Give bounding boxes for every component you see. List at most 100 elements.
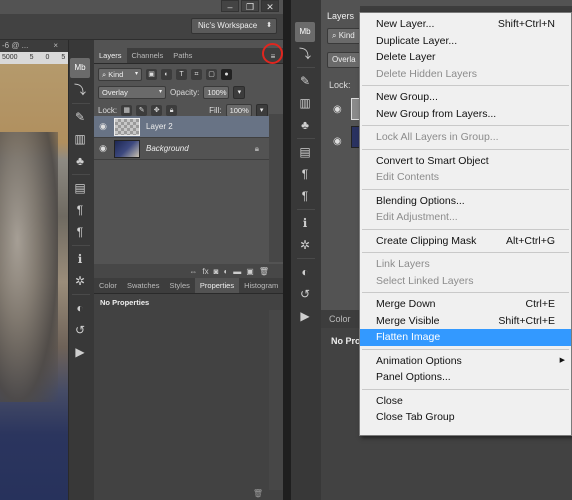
eye-icon[interactable]: ◉ bbox=[333, 104, 342, 115]
info-icon[interactable]: ℹ bbox=[295, 213, 315, 233]
menu-item-duplicate-layer[interactable]: Duplicate Layer... bbox=[360, 33, 571, 50]
clone-source-icon[interactable]: ♣ bbox=[295, 115, 315, 135]
tab-color[interactable]: Color bbox=[321, 314, 351, 324]
notes-icon[interactable]: ▤ bbox=[295, 142, 315, 162]
lock-all-icon[interactable]: 🔒︎ bbox=[166, 104, 178, 116]
tab-properties[interactable]: Properties bbox=[194, 278, 240, 293]
menu-item-merge-down[interactable]: Merge Down Ctrl+E bbox=[360, 296, 571, 313]
divider bbox=[297, 258, 315, 259]
menu-item-close-tab-group[interactable]: Close Tab Group bbox=[360, 409, 571, 426]
filter-kind-select[interactable]: ⌕ Kind ▾ bbox=[98, 67, 142, 81]
tab-swatches[interactable]: Swatches bbox=[122, 278, 165, 293]
menu-item-animation-options[interactable]: Animation Options ▶ bbox=[360, 353, 571, 370]
clone-source-icon[interactable]: ♣ bbox=[70, 151, 90, 171]
add-mask-icon[interactable]: ◙ bbox=[214, 267, 219, 276]
adjustments-icon[interactable]: ✲ bbox=[295, 235, 315, 255]
type-filter-icon[interactable]: T bbox=[176, 68, 187, 80]
eye-icon[interactable]: ◉ bbox=[94, 143, 112, 154]
pixel-filter-icon[interactable]: ▣ bbox=[146, 68, 157, 80]
blend-mode-select[interactable]: Overlay ▾ bbox=[98, 85, 166, 99]
menu-item-label: Close bbox=[376, 394, 403, 407]
tab-color[interactable]: Color bbox=[94, 278, 122, 293]
actions-icon[interactable]: ▶ bbox=[295, 306, 315, 326]
restore-button[interactable]: ❐ bbox=[241, 0, 259, 12]
tab-channels[interactable]: Channels bbox=[127, 48, 169, 63]
layer-row[interactable]: ◉ Background 🔒︎ bbox=[94, 138, 269, 160]
brush-icon[interactable]: ✎ bbox=[295, 71, 315, 91]
adjustments-icon[interactable]: ✲ bbox=[70, 271, 90, 291]
filter-toggle-icon[interactable]: ● bbox=[221, 68, 232, 80]
brush-icon[interactable]: ✎ bbox=[70, 107, 90, 127]
layer-row[interactable]: ◉ Layer 2 bbox=[94, 116, 269, 138]
menu-item-label: Duplicate Layer... bbox=[376, 34, 458, 47]
menu-item-new-group[interactable]: New Group... bbox=[360, 89, 571, 106]
opacity-slider-button[interactable]: ▾ bbox=[233, 85, 246, 99]
new-layer-icon[interactable]: ▣ bbox=[246, 267, 254, 276]
close-button[interactable]: ✕ bbox=[261, 0, 279, 12]
shape-filter-icon[interactable]: ⌗ bbox=[191, 68, 202, 80]
menu-item-label: Panel Options... bbox=[376, 371, 451, 383]
tab-layers[interactable]: Layers bbox=[321, 6, 361, 26]
menu-item-panel-options[interactable]: Panel Options... bbox=[360, 369, 571, 386]
adjustment-filter-icon[interactable]: ◐ bbox=[161, 68, 172, 80]
document-tab[interactable]: -6 @ ... × bbox=[0, 40, 68, 52]
lock-image-icon[interactable]: ✎ bbox=[136, 104, 148, 116]
character-styles-icon[interactable]: ¶ bbox=[70, 222, 90, 242]
tab-paths[interactable]: Paths bbox=[168, 48, 197, 63]
minimize-button[interactable]: – bbox=[221, 0, 239, 12]
eye-icon[interactable]: ◉ bbox=[94, 121, 112, 132]
link-layers-icon[interactable]: ⇔ bbox=[189, 267, 197, 276]
lock-transparent-icon[interactable]: ▦ bbox=[121, 104, 133, 116]
measurement-icon[interactable]: ↺ bbox=[70, 320, 90, 340]
layer-thumbnail bbox=[114, 117, 140, 136]
trash-icon[interactable]: 🗑︎ bbox=[259, 267, 269, 276]
options-bar: Nic's Workspace ⬍ bbox=[0, 14, 283, 40]
close-tab-icon[interactable]: × bbox=[53, 40, 58, 52]
smart-object-filter-icon[interactable]: ▢ bbox=[206, 68, 217, 80]
trash-icon[interactable]: 🗑︎ bbox=[253, 489, 263, 498]
tab-styles[interactable]: Styles bbox=[164, 278, 194, 293]
eye-icon[interactable]: ◉ bbox=[333, 136, 342, 147]
history-icon[interactable]: ⤵ bbox=[70, 80, 90, 100]
measurement-icon[interactable]: ↺ bbox=[295, 284, 315, 304]
left-screenshot: – ❐ ✕ Nic's Workspace ⬍ -6 @ ... × 5000 … bbox=[0, 0, 283, 500]
fx-icon[interactable]: fx bbox=[202, 267, 208, 276]
info-icon[interactable]: ℹ bbox=[70, 249, 90, 269]
canvas-photo[interactable] bbox=[0, 64, 68, 500]
paragraph-icon[interactable]: ¶ bbox=[70, 200, 90, 220]
menu-item-flatten-image[interactable]: Flatten Image bbox=[360, 329, 571, 346]
3d-icon[interactable]: ◐ bbox=[70, 298, 90, 318]
adjustment-layer-icon[interactable]: ◐ bbox=[223, 267, 228, 276]
brush-presets-icon[interactable]: ▥ bbox=[295, 93, 315, 113]
notes-icon[interactable]: ▤ bbox=[70, 178, 90, 198]
paragraph-icon[interactable]: ¶ bbox=[295, 164, 315, 184]
menu-item-label: Delete Hidden Layers bbox=[376, 67, 477, 80]
menu-item-delete-layer[interactable]: Delete Layer bbox=[360, 49, 571, 66]
divider bbox=[72, 103, 90, 104]
brush-presets-icon[interactable]: ▥ bbox=[70, 129, 90, 149]
actions-icon[interactable]: ▶ bbox=[70, 342, 90, 362]
layers-scrollbar[interactable] bbox=[269, 114, 283, 262]
ruler-label: 5 bbox=[61, 54, 66, 61]
history-icon[interactable]: ⤵ bbox=[295, 44, 315, 64]
new-group-icon[interactable]: ▬ bbox=[233, 267, 241, 276]
properties-scrollbar[interactable] bbox=[269, 310, 283, 490]
opacity-input[interactable]: 100% bbox=[203, 85, 230, 99]
menu-item-create-clipping-mask[interactable]: Create Clipping Mask Alt+Ctrl+G bbox=[360, 233, 571, 250]
tab-layers[interactable]: Layers bbox=[94, 48, 127, 63]
mini-bridge-icon[interactable]: Mb bbox=[295, 22, 315, 42]
mini-bridge-icon[interactable]: Mb bbox=[70, 58, 90, 78]
menu-item-new-layer[interactable]: New Layer... Shift+Ctrl+N bbox=[360, 16, 571, 33]
character-styles-icon[interactable]: ¶ bbox=[295, 186, 315, 206]
workspace-switcher[interactable]: Nic's Workspace ⬍ bbox=[191, 18, 277, 34]
tab-histogram[interactable]: Histogram bbox=[239, 278, 283, 293]
fill-input[interactable]: 100% bbox=[225, 103, 252, 117]
menu-item-blending-options[interactable]: Blending Options... bbox=[360, 193, 571, 210]
menu-item-convert-to-smart-object[interactable]: Convert to Smart Object bbox=[360, 153, 571, 170]
menu-item-merge-visible[interactable]: Merge Visible Shift+Ctrl+E bbox=[360, 313, 571, 330]
fill-slider-button[interactable]: ▾ bbox=[255, 103, 268, 117]
lock-position-icon[interactable]: ✥ bbox=[151, 104, 163, 116]
menu-item-close[interactable]: Close bbox=[360, 393, 571, 410]
menu-item-new-group-from-layers[interactable]: New Group from Layers... bbox=[360, 106, 571, 123]
3d-icon[interactable]: ◐ bbox=[295, 262, 315, 282]
